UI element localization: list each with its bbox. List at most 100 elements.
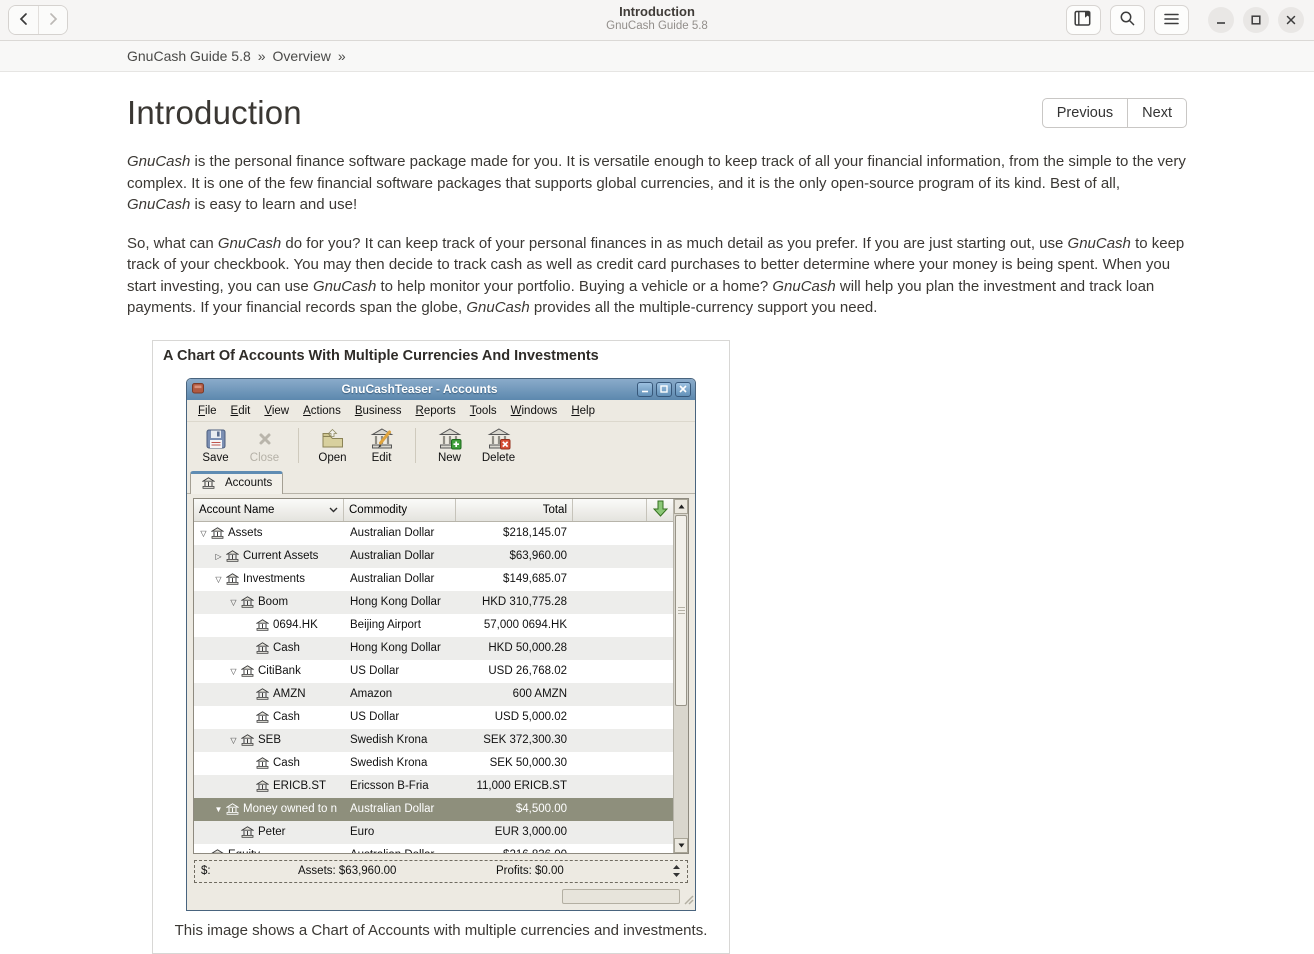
bank-icon	[226, 550, 239, 562]
tab-accounts: Accounts	[190, 471, 283, 494]
back-button[interactable]	[9, 6, 38, 34]
account-name: Cash	[273, 711, 300, 723]
tab-accounts-label: Accounts	[225, 477, 272, 489]
close-icon	[253, 427, 277, 451]
delete-account-icon	[487, 427, 511, 451]
resize-grip-icon	[680, 891, 694, 908]
account-name: SEB	[258, 734, 281, 746]
expander-icon: ▽	[227, 736, 240, 745]
gnucash-app-icon	[191, 381, 205, 398]
account-name: Assets	[228, 527, 263, 539]
account-commodity: Amazon	[344, 688, 456, 700]
bank-icon	[256, 757, 269, 769]
column-filler	[573, 499, 647, 521]
menu-edit: Edit	[224, 403, 258, 419]
account-row: 0694.HKBeijing Airport57,000 0694.HK	[194, 614, 673, 637]
close-tool-button: Close	[240, 427, 289, 464]
account-commodity: Ericsson B-Fria	[344, 780, 456, 792]
account-commodity: Australian Dollar	[344, 849, 456, 853]
gnc-tabstrip: Accounts	[187, 467, 695, 494]
close-button[interactable]	[1278, 7, 1304, 33]
account-total: SEK 372,300.30	[456, 734, 573, 746]
gnc-toolbar: SaveCloseOpenEditNewDelete	[187, 422, 695, 467]
summary-profits: Profits: $0.00	[496, 865, 564, 877]
expander-icon: ▼	[212, 805, 225, 814]
progress-area	[562, 889, 680, 904]
maximize-icon	[1251, 13, 1261, 28]
figure: A Chart Of Accounts With Multiple Curren…	[152, 340, 730, 954]
account-total: $63,960.00	[456, 550, 573, 562]
screenshot-image: GnuCashTeaser - Accounts FileEditViewAct…	[186, 378, 696, 911]
account-total: 600 AMZN	[456, 688, 573, 700]
menu-reports: Reports	[409, 403, 463, 419]
bank-icon	[241, 734, 254, 746]
menu-help: Help	[564, 403, 602, 419]
account-row: ▷Current AssetsAustralian Dollar$63,960.…	[194, 545, 673, 568]
new-account-icon	[438, 427, 462, 451]
account-row: ▽BoomHong Kong DollarHKD 310,775.28	[194, 591, 673, 614]
account-row: ▽CitiBankUS DollarUSD 26,768.02	[194, 660, 673, 683]
page-title: Introduction	[127, 94, 302, 132]
tree-scrollbar	[673, 499, 688, 853]
minimize-icon	[1216, 13, 1226, 28]
account-name: Peter	[258, 826, 286, 838]
next-button[interactable]: Next	[1128, 98, 1187, 128]
scrollbar-thumb	[675, 515, 687, 706]
previous-button[interactable]: Previous	[1042, 98, 1128, 128]
bank-icon	[211, 527, 224, 539]
breadcrumb-link[interactable]: GnuCash Guide 5.8	[127, 48, 251, 64]
menu-business: Business	[348, 403, 409, 419]
account-total: HKD 50,000.28	[456, 642, 573, 654]
tool-label: Edit	[372, 452, 392, 464]
menu-button[interactable]	[1154, 5, 1189, 35]
expander-icon: ▽	[227, 667, 240, 676]
open-icon	[321, 427, 345, 451]
column-account-name: Account Name	[194, 499, 344, 521]
bank-icon	[241, 826, 254, 838]
account-total: $216,836.00	[456, 849, 573, 853]
maximize-button[interactable]	[1243, 7, 1269, 33]
minimize-button[interactable]	[1208, 7, 1234, 33]
account-row: AMZNAmazon600 AMZN	[194, 683, 673, 706]
menu-actions: Actions	[296, 403, 348, 419]
account-name: Cash	[273, 757, 300, 769]
account-row: CashSwedish KronaSEK 50,000.30	[194, 752, 673, 775]
menu-file: File	[191, 403, 224, 419]
account-commodity: Swedish Krona	[344, 757, 456, 769]
gnucash-window: GnuCashTeaser - Accounts FileEditViewAct…	[186, 378, 696, 911]
tool-label: Delete	[482, 452, 515, 464]
green-down-arrow-icon	[653, 500, 668, 520]
bookmarks-button[interactable]	[1066, 5, 1101, 35]
account-name: Equity	[228, 849, 260, 853]
bank-icon	[256, 688, 269, 700]
account-name: 0694.HK	[273, 619, 318, 631]
bank-icon	[202, 477, 215, 489]
account-row: ▽SEBSwedish KronaSEK 372,300.30	[194, 729, 673, 752]
account-row: PeterEuroEUR 3,000.00	[194, 821, 673, 844]
account-name: CitiBank	[258, 665, 301, 677]
figure-title: A Chart Of Accounts With Multiple Curren…	[153, 341, 729, 366]
account-name: Cash	[273, 642, 300, 654]
bank-icon	[256, 780, 269, 792]
gnucash-maximize-icon	[656, 382, 672, 397]
summary-currency: $:	[201, 865, 211, 877]
summary-bar: $: Assets: $63,960.00 Profits: $0.00	[194, 860, 688, 883]
search-icon	[1119, 10, 1136, 30]
account-commodity: Euro	[344, 826, 456, 838]
breadcrumb-link[interactable]: Overview	[273, 48, 331, 64]
expander-icon: ▽	[227, 598, 240, 607]
edit-account-icon	[370, 427, 394, 451]
summary-assets: Assets: $63,960.00	[298, 865, 396, 877]
search-button[interactable]	[1110, 5, 1145, 35]
close-icon	[1286, 13, 1296, 28]
sort-chevron-icon	[329, 504, 338, 516]
forward-icon	[46, 12, 60, 29]
bank-icon	[226, 573, 239, 585]
save-tool-button: Save	[191, 427, 240, 464]
column-options	[647, 499, 673, 521]
account-commodity: US Dollar	[344, 711, 456, 723]
gnc-menubar: FileEditViewActionsBusinessReportsToolsW…	[187, 400, 695, 422]
account-commodity: Australian Dollar	[344, 803, 456, 815]
forward-button[interactable]	[38, 6, 67, 34]
account-commodity: Australian Dollar	[344, 573, 456, 585]
